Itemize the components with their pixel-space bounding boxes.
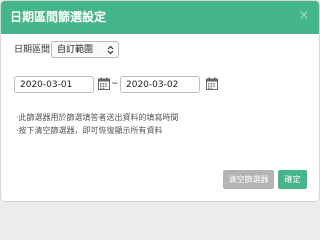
date-range-select[interactable]: 自訂範圍 [51,41,119,58]
calendar-icon[interactable] [206,77,218,90]
start-date-input[interactable] [14,76,94,93]
date-range-separator: ~ [111,79,119,89]
clear-filter-button[interactable]: 清空篩選器 [223,170,274,189]
end-date-input[interactable] [120,76,200,93]
date-range-label: 日期區間 [14,45,51,55]
calendar-icon[interactable] [98,77,110,90]
date-range-select-value: 自訂範圍 [57,45,94,55]
filter-note: ‧按下清空篩選器，即可恢復顯示所有資料 [16,126,163,135]
chevron-updown-icon [107,45,114,55]
filter-note: ‧此篩選器用於篩選填答者送出資料的填寫時間 [16,113,179,122]
close-icon[interactable]: × [297,8,311,24]
confirm-button[interactable]: 確定 [278,170,307,189]
dialog-title: 日期區間篩選設定 [10,10,107,24]
dialog-header: 日期區間篩選設定 × [1,1,319,34]
date-range-filter-dialog: 日期區間篩選設定 × 日期區間 自訂範圍 ~ ‧此篩選器 [0,0,320,202]
